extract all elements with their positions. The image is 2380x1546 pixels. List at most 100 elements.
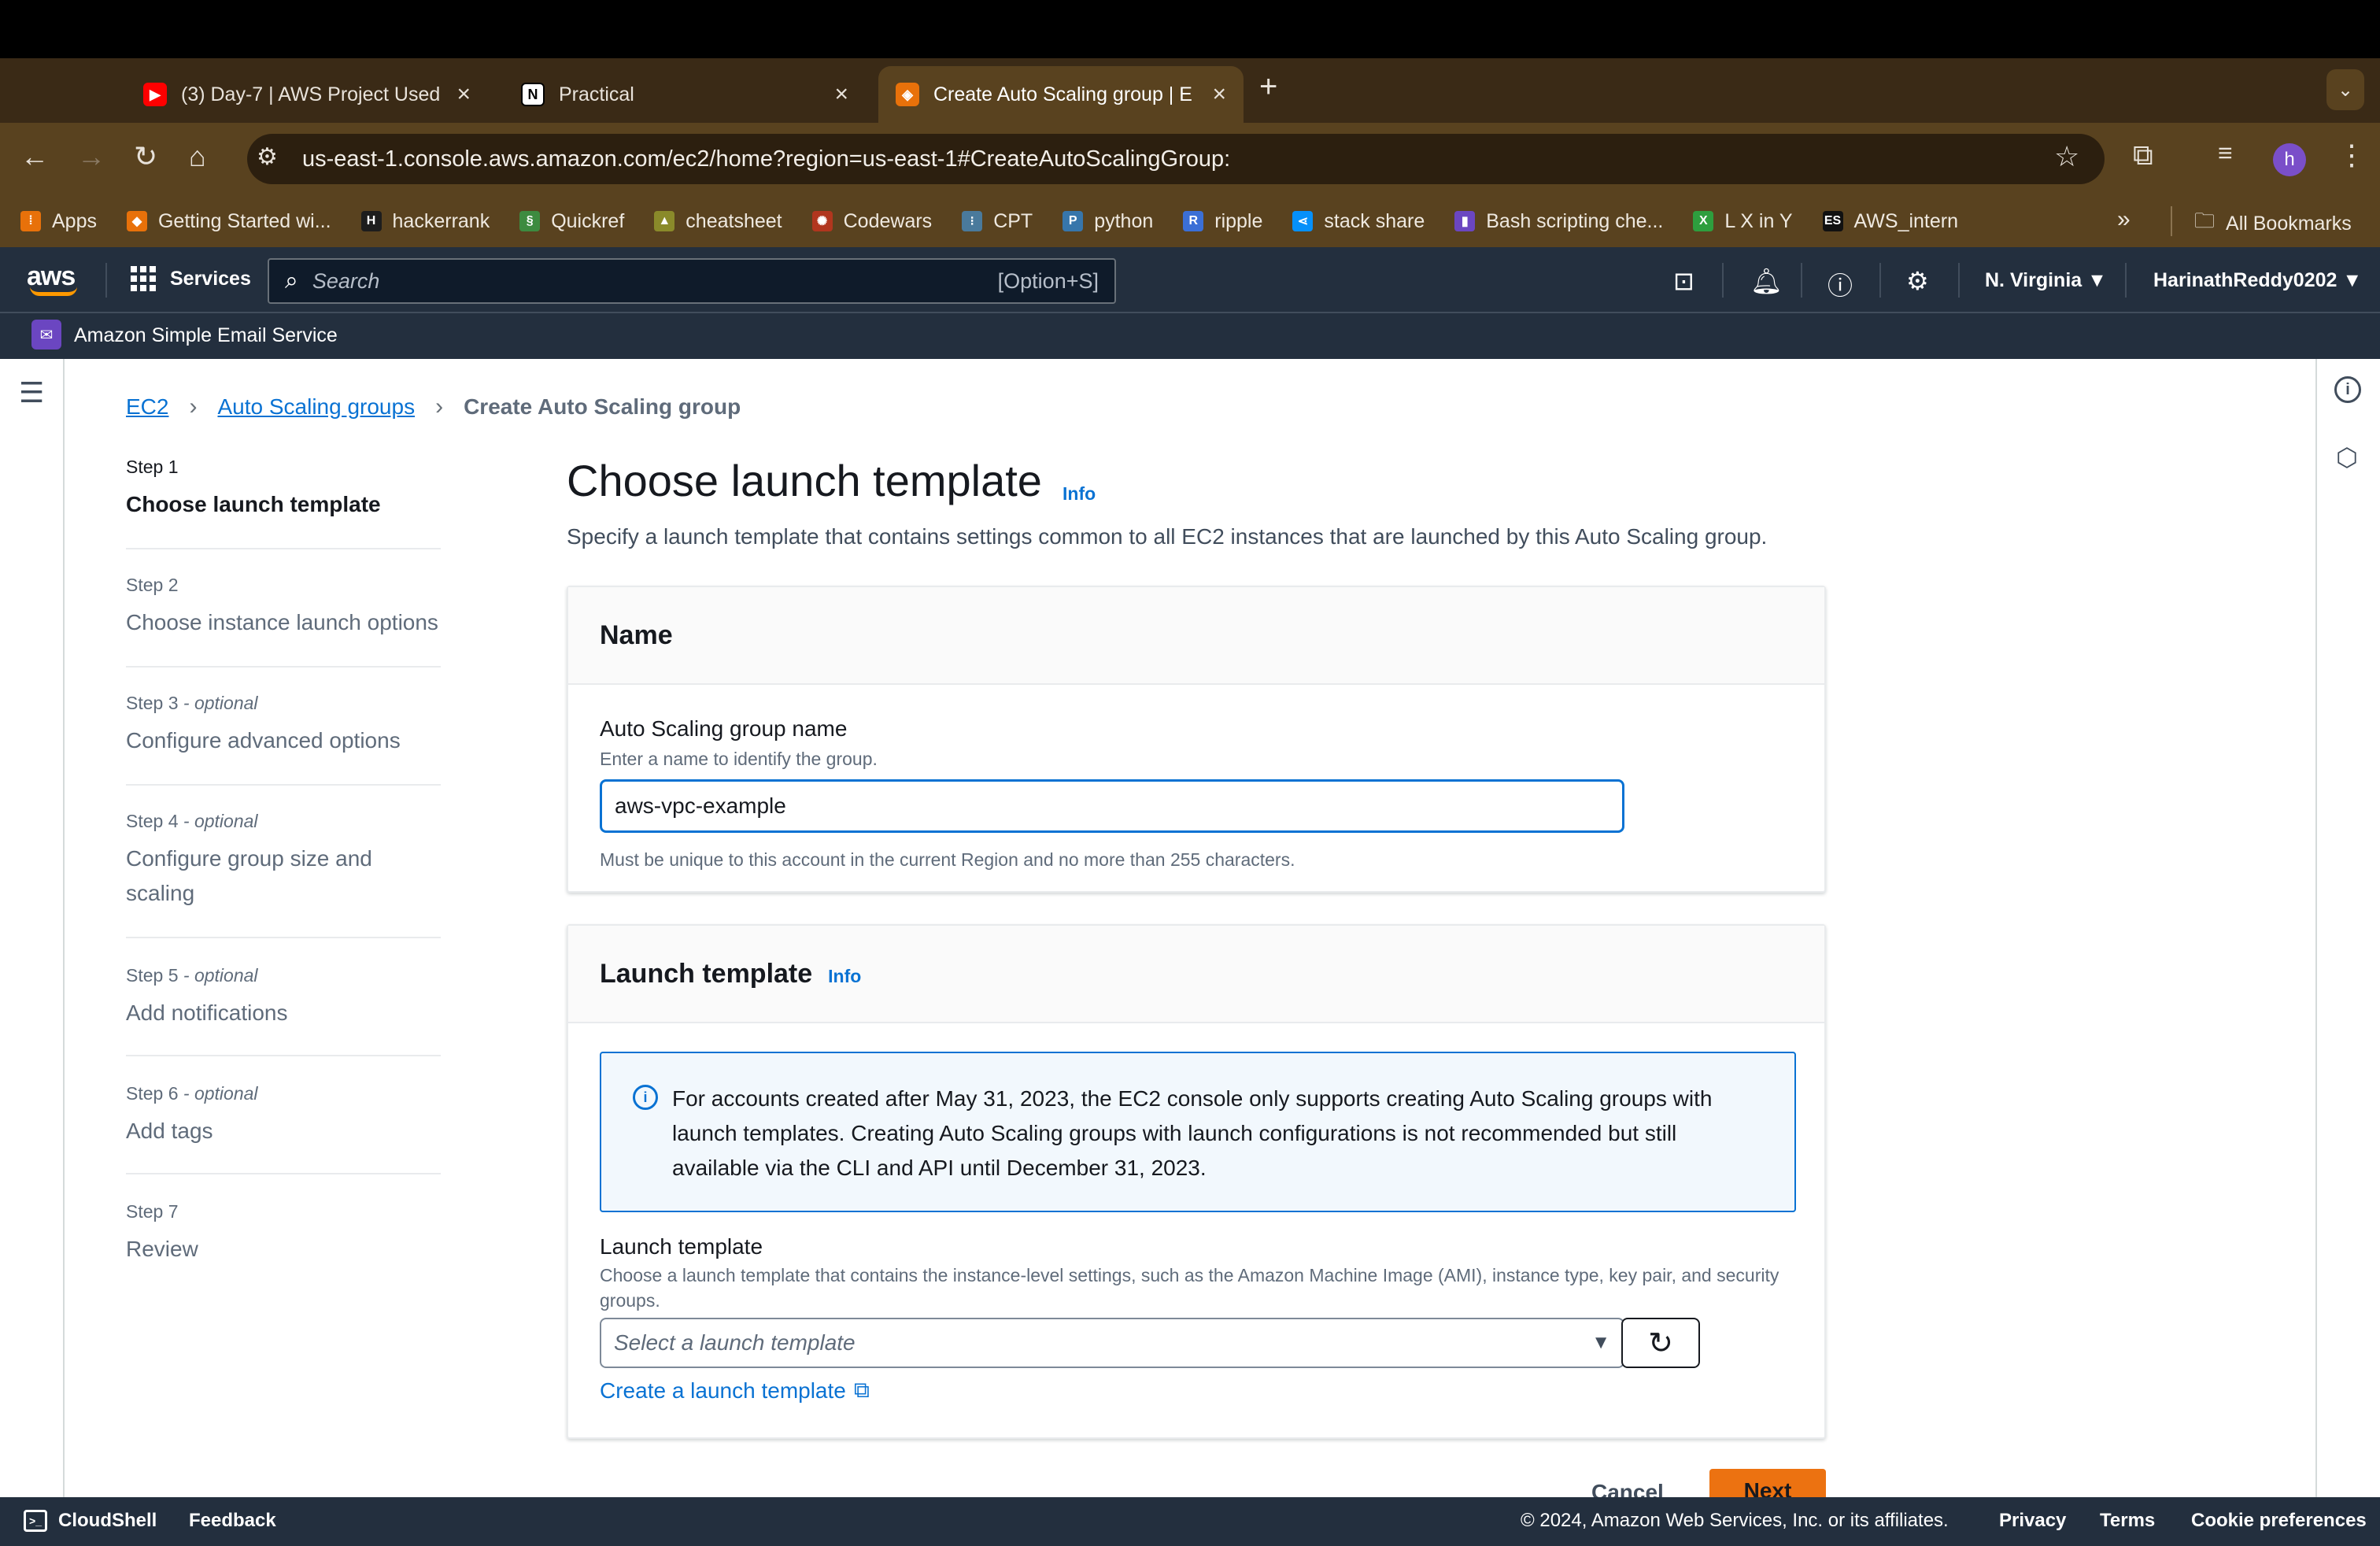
info-link[interactable]: Info	[828, 966, 861, 987]
site-settings-icon[interactable]: ⚙	[257, 143, 278, 171]
step-divider	[126, 1055, 441, 1056]
step-divider	[126, 1173, 441, 1174]
privacy-link[interactable]: Privacy	[1999, 1510, 2066, 1532]
bookmark-bash-scripting[interactable]: ▮ Bash scripting che...	[1454, 210, 1663, 233]
breadcrumb-ec2[interactable]: EC2	[126, 394, 168, 420]
cloudshell-button[interactable]: >_ CloudShell	[24, 1510, 157, 1532]
forward-arrow-icon[interactable]: →	[77, 140, 105, 173]
breadcrumb-auto-scaling-groups[interactable]: Auto Scaling groups	[217, 394, 415, 420]
stackshare-icon: ⋖	[1292, 211, 1314, 231]
cloudshell-icon[interactable]: ⊡	[1673, 266, 1694, 296]
bookmark-star-icon[interactable]: ☆	[2054, 140, 2079, 173]
terms-link[interactable]: Terms	[2100, 1510, 2155, 1532]
account-menu[interactable]: HarinathReddy0202 ▼	[2153, 269, 2362, 292]
alert-text: For accounts created after May 31, 2023,…	[672, 1086, 1713, 1180]
extensions-puzzle-icon[interactable]: ⧉	[2133, 139, 2153, 172]
ses-service-link[interactable]: Amazon Simple Email Service	[74, 324, 338, 347]
ses-service-icon[interactable]: ✉	[31, 320, 61, 350]
reload-icon[interactable]: ↻	[134, 140, 157, 173]
profile-avatar[interactable]: h	[2273, 143, 2306, 176]
step-label: Choose instance launch options	[126, 610, 438, 634]
region-selector[interactable]: N. Virginia ▼	[1985, 269, 2107, 292]
new-tab-icon[interactable]: +	[1259, 69, 1277, 105]
asg-name-constraint: Must be unique to this account in the cu…	[600, 849, 1295, 870]
tab-practical[interactable]: N Practical ×	[504, 66, 866, 123]
container-header: Launch template Info	[568, 926, 1824, 1023]
bookmark-quickref[interactable]: § Quickref	[519, 210, 624, 233]
refresh-button[interactable]: ↻	[1621, 1318, 1700, 1368]
search-input[interactable]: ⌕ Search [Option+S]	[268, 258, 1116, 304]
container-header: Name	[568, 587, 1824, 685]
bookmark-python[interactable]: Ppython	[1062, 210, 1153, 233]
copyright-text: © 2024, Amazon Web Services, Inc. or its…	[1521, 1510, 1949, 1531]
url-text: us-east-1.console.aws.amazon.com/ec2/hom…	[302, 146, 1231, 172]
refresh-icon: ↻	[1648, 1326, 1673, 1360]
wizard-step-3[interactable]: Step 3 - optional Configure advanced opt…	[126, 693, 441, 758]
launch-template-select[interactable]: Select a launch template ▼	[600, 1318, 1624, 1368]
bookmarks-divider	[2171, 206, 2172, 236]
codewars-icon: ✺	[811, 211, 833, 231]
wizard-step-7[interactable]: Step 7 Review	[126, 1201, 441, 1267]
tab-youtube[interactable]: ▶ (3) Day-7 | AWS Project Used ×	[126, 66, 488, 123]
info-circle-icon: i	[633, 1085, 658, 1110]
all-bookmarks[interactable]: 🗀 All Bookmarks	[2194, 206, 2352, 241]
folder-icon: 🗀	[2194, 209, 2216, 232]
asg-name-input[interactable]	[600, 779, 1624, 833]
more-bookmarks-icon[interactable]: »	[2117, 206, 2131, 233]
notifications-bell-icon[interactable]: 🔔︎	[1750, 266, 1783, 296]
favorites-bar	[0, 312, 2380, 359]
home-icon[interactable]: ⌂	[189, 140, 206, 173]
cookie-preferences-link[interactable]: Cookie preferences	[2191, 1510, 2367, 1532]
wizard-step-5[interactable]: Step 5 - optional Add notifications	[126, 965, 441, 1030]
settings-panel-icon[interactable]: ⬡	[2336, 442, 2358, 472]
feedback-link[interactable]: Feedback	[189, 1510, 276, 1532]
wizard-step-6[interactable]: Step 6 - optional Add tags	[126, 1083, 441, 1148]
close-tab-icon[interactable]: ×	[1212, 81, 1226, 108]
info-alert: i For accounts created after May 31, 202…	[600, 1052, 1796, 1212]
browser-menu-icon[interactable]: ⋮	[2338, 139, 2366, 172]
bookmark-cheatsheet[interactable]: ▲ cheatsheet	[654, 210, 782, 233]
wizard-step-1[interactable]: Step 1 Choose launch template	[126, 457, 441, 522]
bookmark-aws-intern[interactable]: ES AWS_intern	[1822, 210, 1958, 233]
wizard-step-2[interactable]: Step 2 Choose instance launch options	[126, 575, 441, 640]
help-icon[interactable]: ⓘ	[1828, 266, 1853, 302]
terminal-icon: >_	[24, 1510, 47, 1532]
section-heading: Name	[600, 620, 673, 650]
create-launch-template-link[interactable]: Create a launch template ⧉	[600, 1378, 870, 1404]
launch-template-description: Choose a launch template that contains t…	[600, 1265, 1779, 1311]
bookmark-getting-started[interactable]: ◆ Getting Started wi...	[126, 210, 331, 233]
bookmark-lxiny[interactable]: XL X in Y	[1693, 210, 1793, 233]
bookmark-apps[interactable]: ⁞ Apps	[20, 210, 97, 233]
address-bar[interactable]: us-east-1.console.aws.amazon.com/ec2/hom…	[247, 134, 2105, 184]
bookmark-stack-share[interactable]: ⋖ stack share	[1292, 210, 1425, 233]
wizard-step-4[interactable]: Step 4 - optional Configure group size a…	[126, 811, 409, 911]
step-number: Step 1	[126, 457, 179, 477]
tab-search-chevron-icon[interactable]: ⌄	[2326, 69, 2364, 110]
name-container: Name Auto Scaling group name Enter a nam…	[567, 586, 1826, 893]
close-tab-icon[interactable]: ×	[834, 81, 848, 108]
nav-divider	[1722, 263, 1724, 298]
bookmark-hackerrank[interactable]: Hhackerrank	[360, 210, 490, 233]
hamburger-menu-icon[interactable]: ☰	[19, 376, 44, 409]
nav-divider	[2125, 263, 2127, 298]
breadcrumb: EC2 › Auto Scaling groups › Create Auto …	[126, 394, 741, 420]
settings-gear-icon[interactable]: ⚙	[1906, 266, 1929, 296]
back-arrow-icon[interactable]: ←	[20, 140, 49, 173]
step-label: Configure advanced options	[126, 728, 401, 753]
step-number: Step 5 - optional	[126, 965, 258, 986]
step-label: Add notifications	[126, 1000, 288, 1025]
step-label: Choose launch template	[126, 492, 381, 516]
services-menu-button[interactable]: Services	[131, 266, 251, 291]
tab-create-asg[interactable]: ◈ Create Auto Scaling group | E ×	[878, 66, 1244, 123]
bookmark-ripple[interactable]: Rripple	[1183, 210, 1262, 233]
cheatsheet-icon: ▲	[654, 211, 675, 231]
media-controls-icon[interactable]: ≡	[2218, 139, 2233, 168]
bookmark-codewars[interactable]: ✺ Codewars	[811, 210, 932, 233]
info-link[interactable]: Info	[1062, 483, 1096, 505]
section-heading: Launch template	[600, 958, 813, 989]
info-panel-icon[interactable]: i	[2334, 376, 2361, 403]
close-tab-icon[interactable]: ×	[456, 81, 471, 108]
tab-title: Create Auto Scaling group | E	[933, 83, 1192, 105]
step-divider	[126, 784, 441, 786]
bookmark-cpt[interactable]: ⁝ CPT	[962, 210, 1033, 233]
